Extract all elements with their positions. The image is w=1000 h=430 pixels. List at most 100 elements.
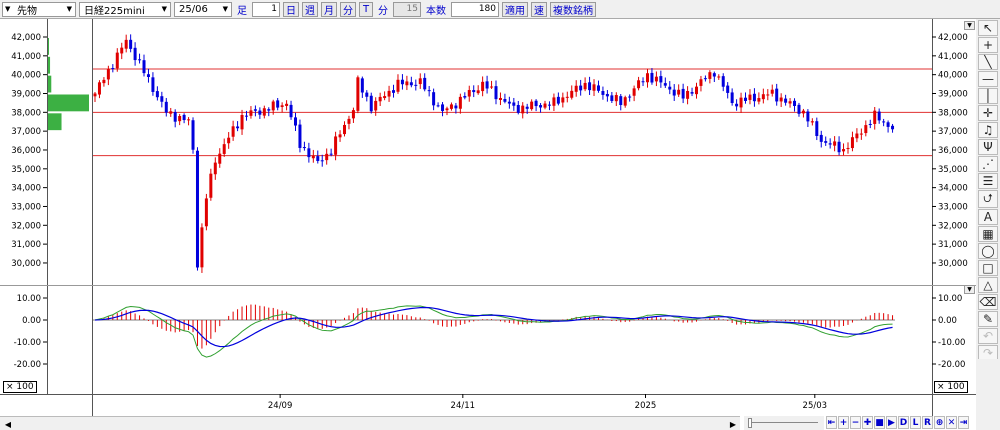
nav-button-6[interactable]: D	[898, 416, 909, 429]
period-day-button[interactable]: 日	[283, 1, 299, 17]
price-label-left: 36,000	[11, 146, 41, 156]
candle-body	[868, 123, 872, 125]
horizontal-scrollbar[interactable]: ◀ ▶	[0, 416, 740, 430]
candle-body	[124, 39, 128, 49]
candle-body	[708, 72, 712, 79]
candle-body	[115, 52, 119, 69]
nav-button-2[interactable]: −	[850, 416, 861, 429]
drawing-tool-1[interactable]: +	[978, 37, 998, 53]
price-pane-dropdown[interactable]: ▼	[964, 21, 975, 30]
candle-body	[467, 90, 471, 97]
drawing-tool-5[interactable]: ✛	[978, 105, 998, 121]
drawing-tool-3[interactable]: —	[978, 71, 998, 87]
drawing-tool-16[interactable]: ⌫	[978, 294, 998, 310]
candle-body	[445, 108, 449, 111]
period-minute-button[interactable]: 分	[340, 1, 356, 17]
nav-button-11[interactable]: ⇥	[958, 416, 969, 429]
macd-pane-dropdown[interactable]: ▼	[964, 285, 975, 294]
candle-body	[481, 81, 485, 92]
horizontal-lines	[92, 68, 932, 157]
nav-button-1[interactable]: +	[838, 416, 849, 429]
drawing-tool-10[interactable]: ⮍	[978, 190, 998, 208]
symbol-select[interactable]: 日経225mini ▼	[79, 1, 171, 17]
nav-button-3[interactable]: ✚	[862, 416, 873, 429]
candle-body	[454, 105, 458, 109]
drawing-tool-6[interactable]: ♫	[978, 122, 998, 138]
candle-body	[686, 90, 690, 99]
chart-area[interactable]: 42,000 42,000 41,000 41,000 40,000 40,000 39,0…	[0, 19, 976, 416]
candle-body	[877, 111, 881, 121]
period-week-button[interactable]: 週	[302, 1, 318, 17]
candle-body	[182, 114, 186, 121]
drawing-tool-13[interactable]: ◯	[978, 243, 998, 259]
candle-body	[200, 227, 204, 268]
fast-button[interactable]: 速	[531, 1, 547, 17]
drawing-tool-17[interactable]: ✎	[978, 311, 998, 327]
candle-body	[846, 147, 850, 149]
candle-body	[365, 92, 369, 97]
drawing-tool-14[interactable]: □	[978, 260, 998, 276]
candle-body	[779, 97, 783, 102]
bars-input[interactable]: 180	[451, 1, 499, 17]
price-label-left: 32,000	[11, 221, 41, 231]
nav-button-9[interactable]: ⊕	[934, 416, 945, 429]
drawing-tool-9[interactable]: ☰	[978, 173, 998, 189]
candle-body	[525, 106, 529, 109]
drawing-tool-12[interactable]: ▦	[978, 226, 998, 242]
period-tick-button[interactable]: T	[359, 1, 373, 17]
dropdown-icon: ▼	[5, 5, 11, 13]
candle-body	[360, 78, 364, 93]
candle-body	[650, 72, 654, 83]
price-label-right: 33,000	[938, 202, 968, 212]
candle-body	[405, 81, 409, 86]
market-select[interactable]: ▼ 先物 ▼	[2, 1, 76, 17]
minute-input[interactable]: 15	[393, 1, 421, 17]
candle-body	[120, 47, 124, 54]
drawing-tool-7[interactable]: Ψ	[978, 139, 998, 155]
drawing-tool-4[interactable]: │	[978, 88, 998, 104]
candle-body	[133, 47, 137, 61]
candle-body	[178, 116, 182, 122]
bar-count-input[interactable]: 1	[252, 1, 280, 17]
drawing-tool-2[interactable]: ╲	[978, 54, 998, 70]
candle-body	[775, 88, 779, 102]
candle-body	[712, 73, 716, 77]
nav-button-0[interactable]: ⇤	[826, 416, 837, 429]
candle-body	[414, 84, 418, 86]
candle-body	[815, 121, 819, 136]
drawing-tool-15[interactable]: △	[978, 277, 998, 293]
candle-body	[588, 82, 592, 91]
candle-body	[797, 104, 801, 114]
macd-label-left: 10.00	[17, 294, 41, 304]
drawing-tool-18[interactable]: ↶	[978, 328, 998, 344]
candle-body	[837, 141, 841, 153]
scroll-right-icon[interactable]: ▶	[727, 418, 739, 430]
scroll-left-icon[interactable]: ◀	[2, 418, 14, 430]
candle-body	[111, 68, 115, 70]
drawing-tool-8[interactable]: ⋰	[978, 156, 998, 172]
candle-body	[596, 85, 600, 91]
volume-profile-bar	[48, 94, 89, 112]
multi-symbol-button[interactable]: 複数銘柄	[550, 1, 596, 17]
contract-select[interactable]: 25/06 ▼	[174, 1, 232, 17]
candle-body	[387, 90, 391, 97]
period-month-button[interactable]: 月	[321, 1, 337, 17]
candle-body	[695, 86, 698, 95]
candle-body	[351, 110, 355, 119]
zoom-slider[interactable]	[744, 416, 824, 430]
drawing-tool-11[interactable]: A	[978, 209, 998, 225]
drawing-tool-0[interactable]: ↖	[978, 20, 998, 36]
apply-button[interactable]: 適用	[502, 1, 528, 17]
candle-body	[138, 59, 142, 61]
nav-button-7[interactable]: L	[910, 416, 921, 429]
candle-body	[784, 98, 788, 103]
candle-body	[668, 86, 672, 90]
nav-button-4[interactable]: ■	[874, 416, 885, 429]
nav-button-8[interactable]: R	[922, 416, 933, 429]
candle-body	[793, 100, 797, 106]
price-label-left: 41,000	[11, 52, 41, 62]
nav-button-10[interactable]: ✕	[946, 416, 957, 429]
macd-label-right: 0.00	[938, 316, 957, 326]
nav-button-5[interactable]: ▶	[886, 416, 897, 429]
right-strip	[976, 359, 1000, 430]
